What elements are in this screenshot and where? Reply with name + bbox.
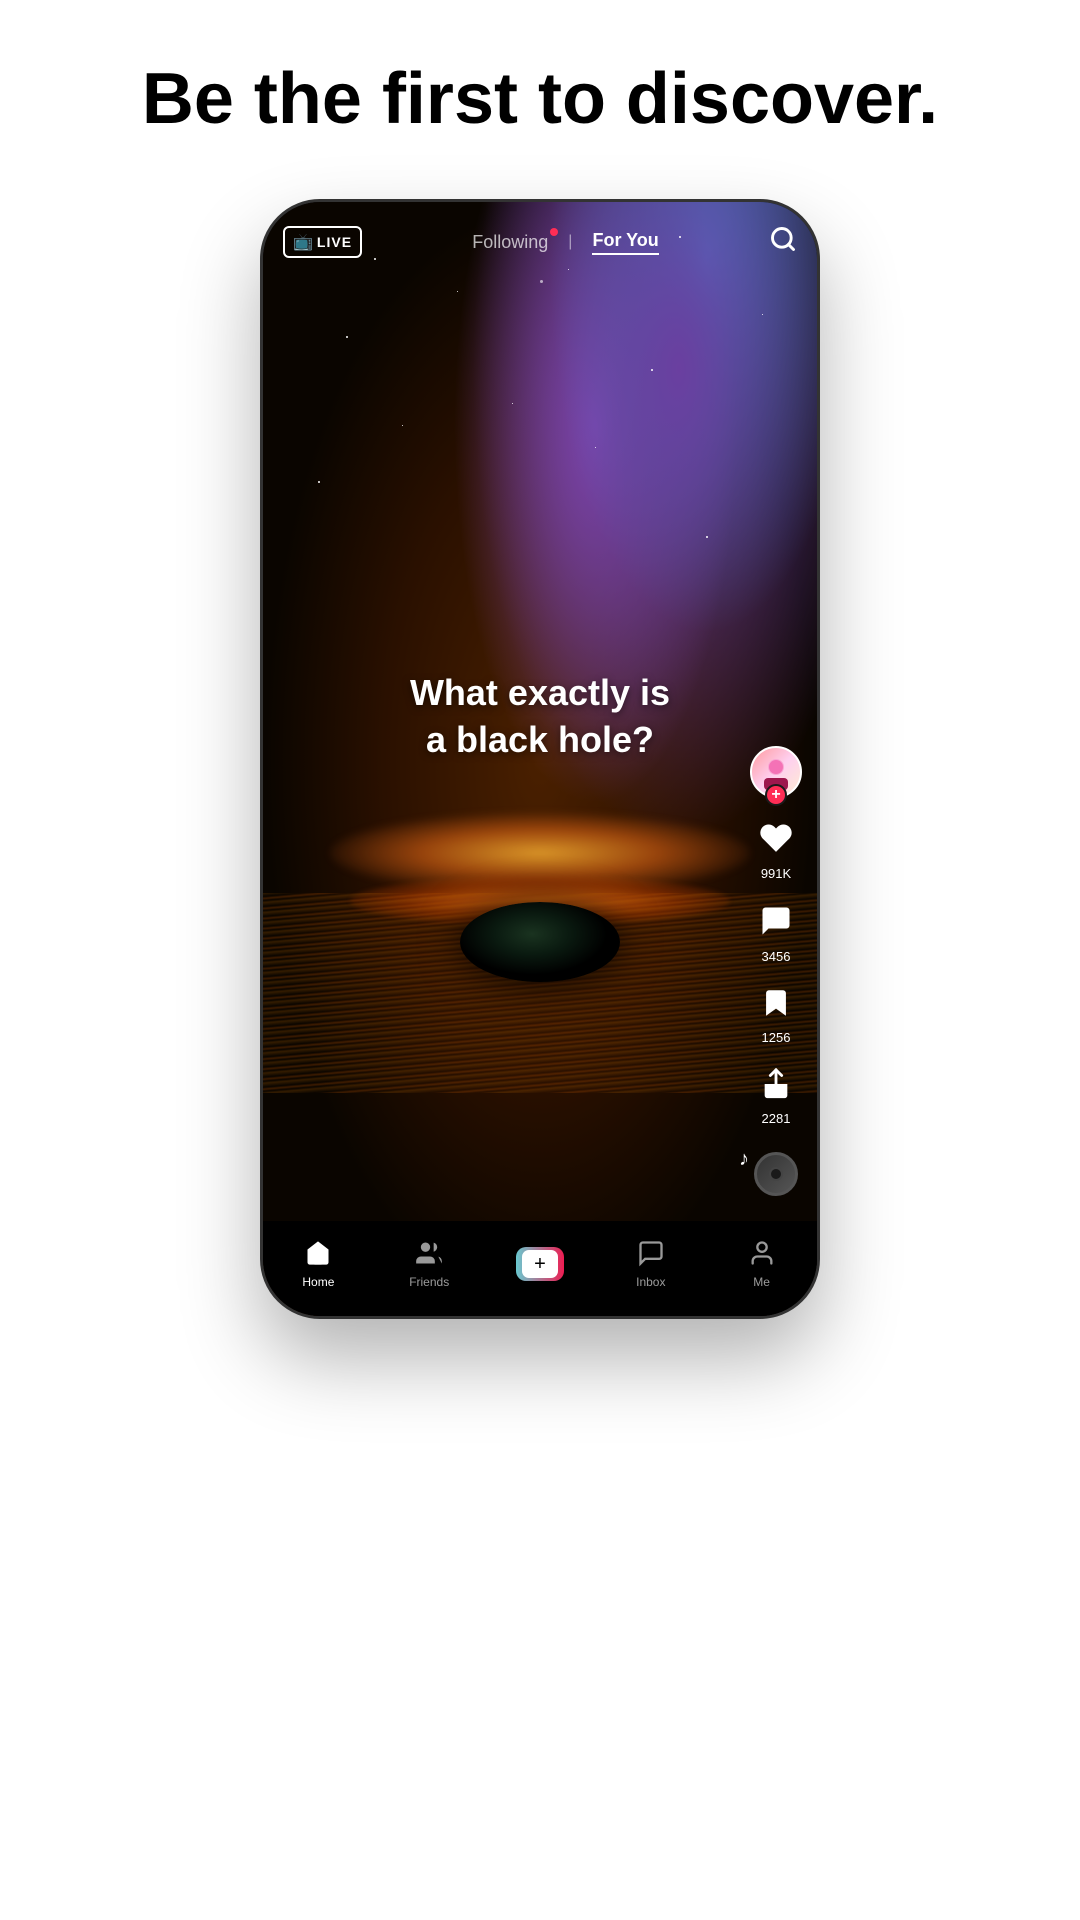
friends-icon — [415, 1239, 443, 1271]
live-tv-icon: 📺 — [293, 232, 313, 252]
nav-me[interactable]: Me — [706, 1239, 817, 1289]
bottom-nav: Home Friends + — [263, 1221, 817, 1316]
follow-plus-button[interactable]: + — [765, 784, 787, 806]
black-hole — [460, 902, 620, 982]
page-tagline: Be the first to discover. — [82, 60, 998, 139]
add-button-inner: + — [522, 1250, 558, 1278]
following-notification-dot — [550, 228, 558, 236]
right-actions: + 991K 3456 — [750, 746, 802, 1196]
add-plus-icon: + — [534, 1254, 546, 1274]
nav-inbox[interactable]: Inbox — [595, 1239, 706, 1289]
live-label: LIVE — [317, 234, 352, 250]
like-action[interactable]: 991K — [758, 820, 794, 881]
share-icon — [759, 1067, 793, 1107]
tab-foryou[interactable]: For You — [592, 230, 658, 255]
add-button[interactable]: + — [516, 1247, 564, 1281]
music-note-icon: ♪ — [739, 1148, 749, 1171]
tab-following[interactable]: Following — [472, 232, 548, 253]
video-text-overlay: What exactly is a black hole? — [263, 670, 817, 764]
comment-count: 3456 — [762, 949, 791, 964]
heart-icon — [758, 820, 794, 862]
music-disk-action[interactable] — [754, 1152, 798, 1196]
inbox-icon — [637, 1239, 665, 1271]
bookmark-count: 1256 — [762, 1030, 791, 1045]
comment-icon — [758, 903, 794, 945]
top-nav: 📺 LIVE Following | For You — [263, 202, 817, 282]
live-button[interactable]: 📺 LIVE — [283, 226, 362, 258]
me-label: Me — [753, 1275, 770, 1289]
nav-add[interactable]: + — [485, 1247, 596, 1281]
like-count: 991K — [761, 866, 791, 881]
creator-avatar-container[interactable]: + — [750, 746, 802, 798]
nav-tabs: Following | For You — [472, 230, 659, 255]
profile-icon — [748, 1239, 776, 1271]
home-label: Home — [302, 1275, 334, 1289]
share-count: 2281 — [762, 1111, 791, 1126]
music-disk-icon — [754, 1152, 798, 1196]
phone-frame: 📺 LIVE Following | For You What exactly … — [260, 199, 820, 1319]
inbox-label: Inbox — [636, 1275, 665, 1289]
video-title: What exactly is a black hole? — [343, 670, 737, 764]
home-icon — [304, 1239, 332, 1271]
comment-action[interactable]: 3456 — [758, 903, 794, 964]
bookmark-icon — [759, 986, 793, 1026]
friends-label: Friends — [409, 1275, 449, 1289]
tab-divider: | — [568, 233, 572, 251]
bookmark-action[interactable]: 1256 — [759, 986, 793, 1045]
nav-home[interactable]: Home — [263, 1239, 374, 1289]
search-icon[interactable] — [769, 225, 797, 260]
share-action[interactable]: 2281 — [759, 1067, 793, 1126]
nav-friends[interactable]: Friends — [374, 1239, 485, 1289]
